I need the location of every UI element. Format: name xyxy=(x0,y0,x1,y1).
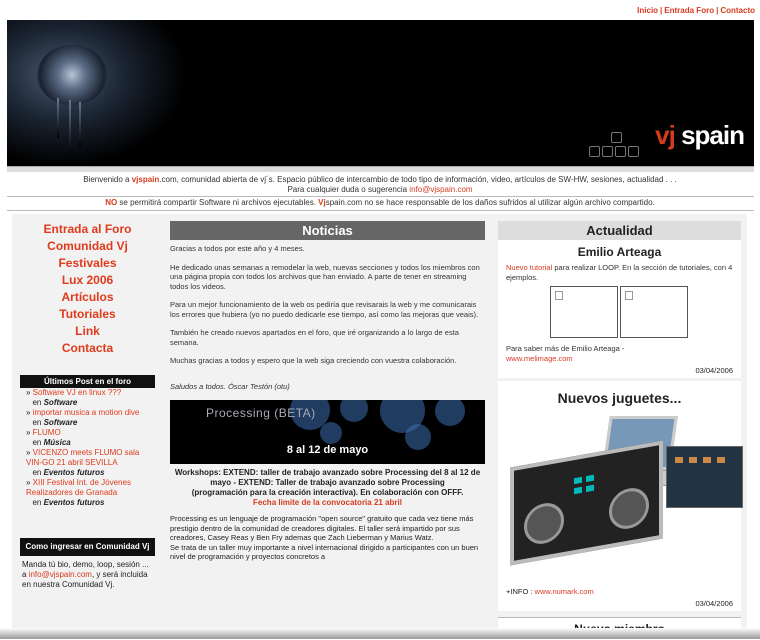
thumbnail-image[interactable] xyxy=(619,286,688,338)
menu-tutoriales[interactable]: Tutoriales xyxy=(20,306,155,323)
processing-description: Processing es un lenguaje de programació… xyxy=(170,514,479,561)
main-menu: Entrada al Foro Comunidad Vj Festivales … xyxy=(20,221,155,357)
list-item: » FLUMO en Música xyxy=(26,428,71,447)
top-nav: Inicio | Entrada Foro | Contacto xyxy=(637,6,755,15)
list-item: » VICENZO meets FLUMO sala VIN-GO 21 abr… xyxy=(26,448,140,477)
news-date: 03/04/2006 xyxy=(695,599,733,608)
nav-entrada-foro[interactable]: Entrada Foro xyxy=(664,6,714,15)
menu-articulos[interactable]: Artículos xyxy=(20,289,155,306)
right-sidebar: Actualidad Emilio Arteaga Nuevo tutorial… xyxy=(498,221,743,640)
menu-entrada-foro[interactable]: Entrada al Foro xyxy=(20,221,155,238)
welcome-text: Bienvenido a vjspain.com, comunidad abie… xyxy=(83,175,677,194)
processing-promo-banner[interactable]: Processing (BETA) 8 al 12 de mayo xyxy=(170,400,485,464)
list-item: » XIII Festival Int. de Jóvenes Realizad… xyxy=(26,478,131,507)
nav-inicio[interactable]: Inicio xyxy=(637,6,658,15)
squid-image xyxy=(37,45,107,105)
numark-link[interactable]: www.numark.com xyxy=(535,587,594,596)
tutorial-thumbnails xyxy=(549,286,690,338)
menu-contacta[interactable]: Contacta xyxy=(20,340,155,357)
list-item: » Software VJ en linux ??? en Software xyxy=(26,388,122,407)
juguetes-title: Nuevos juguetes... xyxy=(557,390,682,406)
left-sidebar: Entrada al Foro Comunidad Vj Festivales … xyxy=(20,221,155,590)
how-to-join: Como ingresar en Comunidad Vj Manda tú b… xyxy=(20,538,155,590)
actualidad-title: Emilio Arteaga xyxy=(577,245,662,259)
news-body: Gracias a todos por este año y 4 meses. … xyxy=(170,244,485,391)
menu-festivales[interactable]: Festivales xyxy=(20,255,155,272)
nav-contacto[interactable]: Contacto xyxy=(720,6,755,15)
news-date: 03/04/2006 xyxy=(695,366,733,375)
header-banner: vj spain xyxy=(7,20,754,166)
actualidad-box: Emilio Arteaga Nuevo tutorial para reali… xyxy=(498,240,741,378)
disclaimer-notice: NO se permitirá compartir Software ni ar… xyxy=(105,198,655,207)
juguetes-box: Nuevos juguetes... +INFO : www.numark.co… xyxy=(498,381,743,611)
join-email-link[interactable]: info@vjspain.com xyxy=(29,570,92,579)
site-logo[interactable]: vj spain xyxy=(655,120,745,151)
news-column: Noticias Gracias a todos por este año y … xyxy=(170,221,485,562)
menu-comunidad-vj[interactable]: Comunidad Vj xyxy=(20,238,155,255)
numark-product-image[interactable] xyxy=(506,410,743,585)
nuevo-tutorial-link[interactable]: Nuevo tutorial xyxy=(506,263,552,272)
menu-lux-2006[interactable]: Lux 2006 xyxy=(20,272,155,289)
actualidad-header: Actualidad xyxy=(498,221,741,240)
list-item: » importar musica a motion dive en Softw… xyxy=(26,408,140,427)
latest-posts-header: Últimos Post en el foro xyxy=(20,375,155,388)
news-signature: Saludos a todos. Óscar Testón (otu) xyxy=(170,381,290,391)
melimage-link[interactable]: www.melimage.com xyxy=(506,354,573,363)
contact-email-link[interactable]: info@vjspain.com xyxy=(409,185,472,194)
latest-posts: Últimos Post en el foro » Software VJ en… xyxy=(20,375,155,508)
menu-link[interactable]: Link xyxy=(20,323,155,340)
how-to-join-header: Como ingresar en Comunidad Vj xyxy=(20,538,155,556)
logo-squares xyxy=(589,132,641,162)
news-header: Noticias xyxy=(170,221,485,240)
thumbnail-image[interactable] xyxy=(549,286,618,338)
workshops-text: Workshops: EXTEND: taller de trabajo ava… xyxy=(174,468,481,507)
